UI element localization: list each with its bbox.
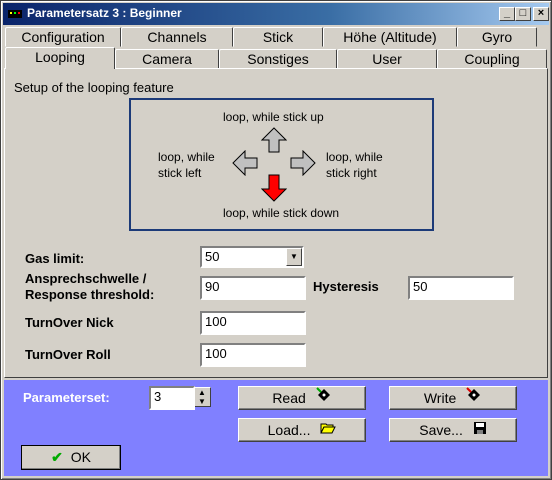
tab-gyro[interactable]: Gyro xyxy=(457,27,537,47)
arrow-right-icon[interactable] xyxy=(290,150,316,176)
response-threshold-label-1: Ansprechschwelle / xyxy=(25,271,147,286)
tab-looping[interactable]: Looping xyxy=(5,47,115,69)
tab-hoehe[interactable]: Höhe (Altitude) xyxy=(323,27,457,47)
label-stick-down: loop, while stick down xyxy=(223,206,340,220)
app-icon xyxy=(8,10,22,18)
folder-open-icon xyxy=(320,419,337,441)
ok-button[interactable]: ✔ OK xyxy=(21,445,121,470)
title-bar[interactable]: Parametersatz 3 : Beginner _ □ × xyxy=(3,3,549,25)
tab-sonstiges[interactable]: Sonstiges xyxy=(219,49,337,69)
hysteresis-input[interactable]: 50 xyxy=(408,276,514,300)
gas-limit-label: Gas limit: xyxy=(25,251,85,266)
turnover-nick-label: TurnOver Nick xyxy=(25,315,114,330)
label-stick-left-1: loop, while xyxy=(158,150,215,164)
ok-label: OK xyxy=(70,449,91,465)
tab-user[interactable]: User xyxy=(337,49,437,69)
checkmark-icon: ✔ xyxy=(51,449,63,465)
footer-panel: Parameterset: 3 ▲ ▼ Read Write Load... Sa… xyxy=(4,380,548,476)
label-stick-up: loop, while stick up xyxy=(223,110,324,124)
arrow-up-icon[interactable] xyxy=(261,127,287,153)
label-stick-right-2: stick right xyxy=(326,166,377,180)
close-button[interactable]: × xyxy=(533,7,549,21)
write-button[interactable]: Write xyxy=(389,386,517,410)
chevron-down-icon[interactable]: ▼ xyxy=(286,248,302,266)
save-label: Save... xyxy=(419,422,463,438)
arrow-down-icon[interactable] xyxy=(261,174,287,202)
load-button[interactable]: Load... xyxy=(238,418,366,442)
tab-stick[interactable]: Stick xyxy=(233,27,323,47)
tab-coupling[interactable]: Coupling xyxy=(437,49,547,69)
label-stick-right-1: loop, while xyxy=(326,150,383,164)
tab-configuration[interactable]: Configuration xyxy=(5,27,121,47)
read-label: Read xyxy=(272,390,306,406)
turnover-nick-input[interactable]: 100 xyxy=(200,311,306,335)
maximize-button[interactable]: □ xyxy=(515,7,531,21)
write-device-icon xyxy=(466,387,482,409)
window-title: Parametersatz 3 : Beginner xyxy=(27,6,182,20)
load-label: Load... xyxy=(267,422,311,438)
read-button[interactable]: Read xyxy=(238,386,366,410)
parameterset-input[interactable]: 3 xyxy=(149,386,195,410)
gas-limit-value: 50 xyxy=(205,249,220,264)
tab-channels[interactable]: Channels xyxy=(121,27,233,47)
response-threshold-label-2: Response threshold: xyxy=(25,287,155,302)
save-button[interactable]: Save... xyxy=(389,418,517,442)
spin-updown-icon[interactable]: ▲ ▼ xyxy=(193,387,211,407)
hysteresis-label: Hysteresis xyxy=(313,279,379,294)
arrow-left-icon[interactable] xyxy=(232,150,258,176)
main-window: Parametersatz 3 : Beginner _ □ × Configu… xyxy=(0,0,552,480)
response-threshold-input[interactable]: 90 xyxy=(200,276,306,300)
floppy-disk-icon xyxy=(473,419,487,441)
tab-camera[interactable]: Camera xyxy=(115,49,219,69)
label-stick-left-2: stick left xyxy=(158,166,202,180)
turnover-roll-label: TurnOver Roll xyxy=(25,347,111,362)
minimize-button[interactable]: _ xyxy=(499,7,515,21)
write-label: Write xyxy=(423,390,457,406)
parameterset-label: Parameterset: xyxy=(23,390,110,405)
turnover-roll-input[interactable]: 100 xyxy=(200,343,306,367)
read-device-icon xyxy=(315,387,332,409)
looping-direction-diagram: loop, while stick up loop, while stick l… xyxy=(129,98,434,231)
gas-limit-select[interactable]: 50 ▼ xyxy=(200,246,304,268)
section-title: Setup of the looping feature xyxy=(14,80,174,95)
